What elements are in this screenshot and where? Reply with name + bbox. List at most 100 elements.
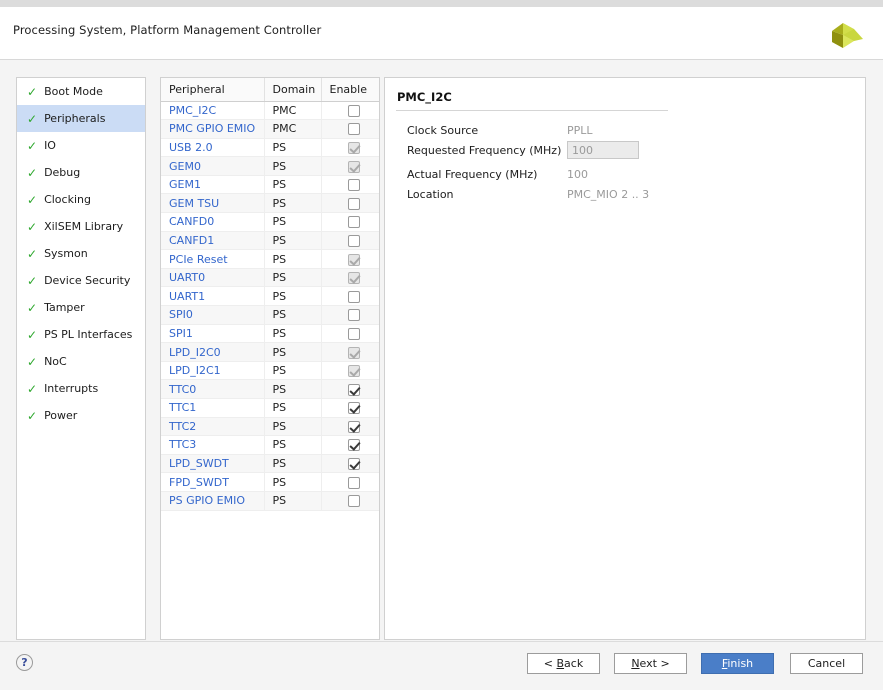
enable-checkbox[interactable] <box>348 105 360 117</box>
peripheral-name-cell[interactable]: UART0 <box>161 268 264 287</box>
peripheral-name-cell[interactable]: TTC1 <box>161 399 264 418</box>
table-row[interactable]: UART1PS <box>161 287 379 306</box>
table-row[interactable]: GEM1PS <box>161 175 379 194</box>
peripheral-name-cell[interactable]: TTC2 <box>161 417 264 436</box>
peripheral-name-cell[interactable]: TTC0 <box>161 380 264 399</box>
peripheral-name-cell[interactable]: UART1 <box>161 287 264 306</box>
peripheral-enable-cell[interactable] <box>321 417 379 436</box>
peripheral-enable-cell[interactable] <box>321 138 379 157</box>
enable-checkbox[interactable] <box>348 291 360 303</box>
enable-checkbox[interactable] <box>348 421 360 433</box>
column-header-peripheral[interactable]: Peripheral <box>161 78 264 101</box>
enable-checkbox[interactable] <box>348 328 360 340</box>
table-row[interactable]: SPI1PS <box>161 324 379 343</box>
peripheral-enable-cell[interactable] <box>321 175 379 194</box>
peripheral-name-cell[interactable]: TTC3 <box>161 436 264 455</box>
finish-button[interactable]: Finish <box>701 653 774 674</box>
table-row[interactable]: GEM TSUPS <box>161 194 379 213</box>
peripheral-enable-cell[interactable] <box>321 343 379 362</box>
peripheral-name-cell[interactable]: PS GPIO EMIO <box>161 491 264 510</box>
table-row[interactable]: PCIe ResetPS <box>161 250 379 269</box>
table-row[interactable]: USB 2.0PS <box>161 138 379 157</box>
help-icon[interactable]: ? <box>16 654 33 671</box>
table-row[interactable]: LPD_SWDTPS <box>161 454 379 473</box>
peripheral-enable-cell[interactable] <box>321 101 379 120</box>
peripheral-name-cell[interactable]: GEM TSU <box>161 194 264 213</box>
table-row[interactable]: CANFD0PS <box>161 213 379 232</box>
sidebar-item-interrupts[interactable]: ✓Interrupts <box>17 375 145 402</box>
peripheral-enable-cell[interactable] <box>321 157 379 176</box>
next-button[interactable]: Next > <box>614 653 687 674</box>
table-row[interactable]: UART0PS <box>161 268 379 287</box>
table-row[interactable]: CANFD1PS <box>161 231 379 250</box>
enable-checkbox[interactable] <box>348 309 360 321</box>
peripheral-name-cell[interactable]: CANFD0 <box>161 213 264 232</box>
table-row[interactable]: TTC1PS <box>161 399 379 418</box>
enable-checkbox[interactable] <box>348 477 360 489</box>
cancel-button[interactable]: Cancel <box>790 653 863 674</box>
peripheral-name-cell[interactable]: SPI1 <box>161 324 264 343</box>
peripheral-enable-cell[interactable] <box>321 380 379 399</box>
sidebar-item-ps-pl-interfaces[interactable]: ✓PS PL Interfaces <box>17 321 145 348</box>
peripheral-name-cell[interactable]: LPD_SWDT <box>161 454 264 473</box>
peripheral-enable-cell[interactable] <box>321 324 379 343</box>
enable-checkbox[interactable] <box>348 179 360 191</box>
sidebar-item-xilsem-library[interactable]: ✓XilSEM Library <box>17 213 145 240</box>
column-header-domain[interactable]: Domain <box>264 78 321 101</box>
peripheral-enable-cell[interactable] <box>321 268 379 287</box>
table-row[interactable]: FPD_SWDTPS <box>161 473 379 492</box>
peripheral-name-cell[interactable]: USB 2.0 <box>161 138 264 157</box>
peripheral-enable-cell[interactable] <box>321 454 379 473</box>
requested-frequency-input[interactable] <box>567 141 639 159</box>
enable-checkbox[interactable] <box>348 123 360 135</box>
table-row[interactable]: TTC3PS <box>161 436 379 455</box>
peripheral-name-cell[interactable]: PMC GPIO EMIO <box>161 120 264 139</box>
table-row[interactable]: TTC0PS <box>161 380 379 399</box>
sidebar-item-peripherals[interactable]: ✓Peripherals <box>17 105 145 132</box>
sidebar-item-io[interactable]: ✓IO <box>17 132 145 159</box>
peripheral-enable-cell[interactable] <box>321 194 379 213</box>
peripheral-name-cell[interactable]: PMC_I2C <box>161 101 264 120</box>
peripheral-enable-cell[interactable] <box>321 491 379 510</box>
back-button[interactable]: < Back <box>527 653 600 674</box>
sidebar-item-clocking[interactable]: ✓Clocking <box>17 186 145 213</box>
peripheral-name-cell[interactable]: GEM1 <box>161 175 264 194</box>
table-row[interactable]: TTC2PS <box>161 417 379 436</box>
enable-checkbox[interactable] <box>348 384 360 396</box>
sidebar-item-debug[interactable]: ✓Debug <box>17 159 145 186</box>
peripheral-name-cell[interactable]: PCIe Reset <box>161 250 264 269</box>
peripheral-enable-cell[interactable] <box>321 120 379 139</box>
column-header-enable[interactable]: Enable <box>321 78 379 101</box>
table-row[interactable]: LPD_I2C0PS <box>161 343 379 362</box>
peripheral-name-cell[interactable]: LPD_I2C1 <box>161 361 264 380</box>
table-row[interactable]: GEM0PS <box>161 157 379 176</box>
peripheral-enable-cell[interactable] <box>321 250 379 269</box>
table-row[interactable]: LPD_I2C1PS <box>161 361 379 380</box>
enable-checkbox[interactable] <box>348 458 360 470</box>
table-row[interactable]: PMC GPIO EMIOPMC <box>161 120 379 139</box>
sidebar-item-power[interactable]: ✓Power <box>17 402 145 429</box>
peripheral-enable-cell[interactable] <box>321 287 379 306</box>
table-row[interactable]: SPI0PS <box>161 306 379 325</box>
peripheral-name-cell[interactable]: FPD_SWDT <box>161 473 264 492</box>
enable-checkbox[interactable] <box>348 495 360 507</box>
peripheral-name-cell[interactable]: LPD_I2C0 <box>161 343 264 362</box>
peripheral-enable-cell[interactable] <box>321 213 379 232</box>
peripheral-enable-cell[interactable] <box>321 361 379 380</box>
sidebar-item-tamper[interactable]: ✓Tamper <box>17 294 145 321</box>
table-row[interactable]: PS GPIO EMIOPS <box>161 491 379 510</box>
sidebar-item-device-security[interactable]: ✓Device Security <box>17 267 145 294</box>
peripheral-enable-cell[interactable] <box>321 231 379 250</box>
peripheral-enable-cell[interactable] <box>321 473 379 492</box>
sidebar-item-boot-mode[interactable]: ✓Boot Mode <box>17 78 145 105</box>
table-row[interactable]: PMC_I2CPMC <box>161 101 379 120</box>
enable-checkbox[interactable] <box>348 402 360 414</box>
peripheral-name-cell[interactable]: SPI0 <box>161 306 264 325</box>
sidebar-item-sysmon[interactable]: ✓Sysmon <box>17 240 145 267</box>
peripheral-enable-cell[interactable] <box>321 436 379 455</box>
enable-checkbox[interactable] <box>348 198 360 210</box>
peripheral-name-cell[interactable]: CANFD1 <box>161 231 264 250</box>
peripheral-enable-cell[interactable] <box>321 306 379 325</box>
peripheral-enable-cell[interactable] <box>321 399 379 418</box>
sidebar-item-noc[interactable]: ✓NoC <box>17 348 145 375</box>
